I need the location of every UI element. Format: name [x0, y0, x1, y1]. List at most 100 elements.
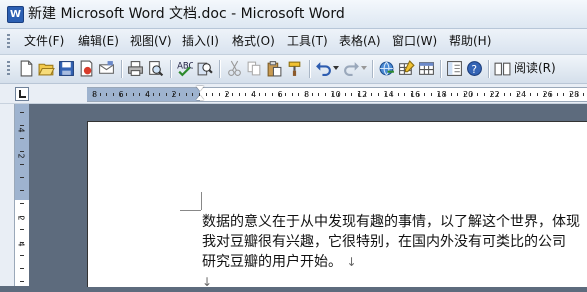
ruler-tick — [563, 93, 565, 96]
vertical-ruler-tick — [20, 164, 24, 165]
menu-format[interactable]: 格式(O) — [232, 34, 275, 49]
undo-dropdown-arrow[interactable] — [333, 66, 339, 70]
paste-icon[interactable] — [266, 60, 283, 77]
redo-dropdown-arrow[interactable] — [361, 66, 367, 70]
word-app-icon[interactable]: W — [7, 6, 24, 23]
ruler-tick — [477, 93, 479, 96]
document-page[interactable]: 数据的意义在于从中发现有趣的事情，以了解这个世界，体现 我对豆瓣很有兴趣，它很特… — [87, 121, 587, 289]
cut-icon[interactable] — [226, 60, 243, 77]
read-icon[interactable] — [494, 60, 511, 77]
research-icon[interactable] — [196, 60, 213, 77]
ruler-tick — [384, 93, 386, 96]
ruler-tick — [119, 93, 121, 96]
ruler-tick — [404, 93, 406, 96]
menu-grip[interactable] — [7, 34, 10, 49]
ruler-tick — [377, 93, 379, 96]
new-document-icon[interactable] — [18, 60, 35, 77]
ruler-tick — [146, 93, 147, 96]
hyperlink-icon[interactable] — [378, 60, 395, 77]
insert-table-icon[interactable] — [418, 60, 435, 77]
tab-selector-button[interactable] — [15, 87, 29, 101]
menu-help[interactable]: 帮助(H) — [449, 34, 491, 49]
ruler-tick — [232, 93, 234, 96]
menu-edit[interactable]: 编辑(E) — [78, 34, 119, 49]
menu-tools[interactable]: 工具(T) — [287, 34, 328, 49]
first-line-indent-marker[interactable] — [196, 86, 204, 91]
toolbar-grip[interactable] — [7, 61, 10, 77]
print-icon[interactable] — [127, 60, 144, 77]
ruler-tick — [192, 93, 194, 96]
ruler-tick — [364, 93, 366, 96]
ruler-tick — [152, 93, 154, 96]
ruler-tick — [464, 93, 465, 96]
spelling-icon[interactable]: ABC — [176, 60, 193, 77]
toolbar-separator — [372, 60, 374, 78]
paragraph-mark: ↓ — [346, 255, 357, 269]
open-icon[interactable] — [38, 60, 55, 77]
copy-icon[interactable] — [246, 60, 263, 77]
ruler-tick — [344, 93, 346, 96]
ruler-tick — [543, 93, 545, 96]
ruler-tick — [417, 93, 419, 96]
ruler-tick — [391, 93, 393, 96]
vertical-ruler-number: 2 — [16, 153, 26, 159]
vertical-ruler[interactable]: 4224 — [14, 104, 30, 286]
permission-icon[interactable] — [78, 60, 95, 77]
document-map-icon[interactable] — [446, 60, 463, 77]
menu-insert[interactable]: 插入(I) — [182, 34, 219, 49]
document-workspace[interactable]: 数据的意义在于从中发现有趣的事情，以了解这个世界，体现 我对豆瓣很有兴趣，它很特… — [29, 104, 587, 289]
hanging-indent-marker[interactable] — [196, 95, 204, 100]
save-icon[interactable] — [58, 60, 75, 77]
menu-table[interactable]: 表格(A) — [339, 34, 381, 49]
ruler-tick — [185, 93, 187, 96]
toolbar-separator — [170, 60, 172, 78]
undo-icon[interactable] — [315, 60, 332, 77]
ruler-tick — [305, 93, 306, 96]
vertical-ruler-tick — [20, 229, 24, 230]
vertical-ruler-top-margin — [15, 104, 29, 200]
ruler-tick — [225, 93, 227, 96]
ruler-tick — [490, 93, 492, 96]
help-icon[interactable]: ? — [466, 60, 483, 77]
ruler-tick — [99, 93, 101, 96]
vertical-ruler-tick — [20, 138, 24, 139]
document-line[interactable]: 研究豆瓣的用户开始。 ↓ — [202, 252, 357, 272]
tables-borders-icon[interactable] — [398, 60, 415, 77]
vertical-ruler-tick — [20, 268, 24, 269]
paragraph-mark: ↓ — [202, 275, 213, 289]
menu-file[interactable]: 文件(F) — [24, 34, 64, 49]
ruler-tick — [311, 93, 313, 96]
ruler-tick — [517, 93, 518, 96]
ruler-tick — [199, 93, 200, 96]
ruler-tick — [444, 93, 446, 96]
ruler-tick — [252, 93, 253, 96]
horizontal-ruler[interactable]: 8 6 4 2 2 4 6 8 10 12 14 16 18 20 22 24 26 28 — [87, 86, 587, 102]
document-line[interactable]: ↓ — [202, 272, 212, 292]
left-strip — [0, 104, 14, 286]
ruler-tick — [126, 93, 128, 96]
menu-view[interactable]: 视图(V) — [130, 34, 172, 49]
window-title: 新建 Microsoft Word 文档.doc - Microsoft Wor… — [28, 6, 345, 22]
ruler-tick — [338, 93, 340, 96]
redo-icon[interactable] — [343, 60, 360, 77]
ruler-tick — [139, 93, 141, 96]
ruler-tick — [530, 93, 532, 96]
print-preview-icon[interactable] — [147, 60, 164, 77]
ruler-tick — [265, 93, 267, 96]
ruler-tick — [424, 93, 426, 96]
ruler-tick — [457, 93, 459, 96]
read-button[interactable]: 阅读(R) — [514, 61, 556, 76]
toolbar-separator — [219, 60, 221, 78]
format-painter-icon[interactable] — [286, 60, 303, 77]
menu-window[interactable]: 窗口(W) — [392, 34, 437, 49]
toolbar-separator — [440, 60, 442, 78]
document-line[interactable]: 我对豆瓣很有兴趣，它很特别，在国内外没有可类比的公司 — [202, 232, 566, 252]
ruler-tick — [212, 93, 214, 96]
vertical-ruler-tick — [20, 255, 24, 256]
toolbar-separator — [488, 60, 490, 78]
ruler-tick — [397, 93, 399, 96]
document-line[interactable]: 数据的意义在于从中发现有趣的事情，以了解这个世界，体现 — [202, 212, 580, 232]
ruler-tick — [331, 93, 333, 96]
email-icon[interactable] — [98, 60, 115, 77]
crop-mark — [201, 192, 202, 210]
